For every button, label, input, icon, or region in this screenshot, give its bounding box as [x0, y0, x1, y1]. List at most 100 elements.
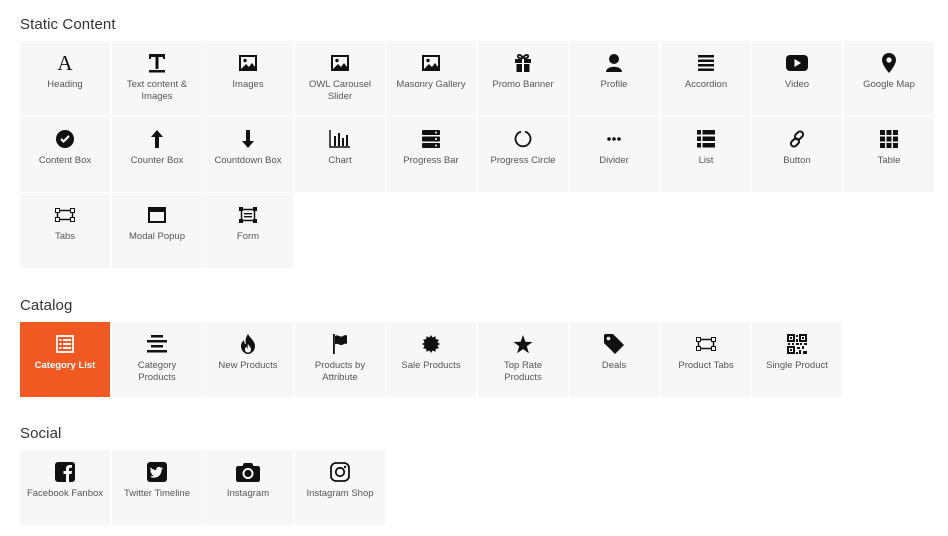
- map-marker-icon: [844, 52, 934, 74]
- widget-tile-images[interactable]: Images: [203, 41, 293, 116]
- widget-tile-label: Chart: [328, 155, 352, 166]
- facebook-icon: [20, 461, 110, 483]
- widget-tile-label: Button: [783, 155, 811, 166]
- widget-tile-profile[interactable]: Profile: [569, 41, 659, 116]
- ellipsis-icon: [569, 128, 659, 150]
- tag-icon: [569, 333, 659, 355]
- bar-chart-icon: [295, 128, 385, 150]
- widget-tile-owl-carousel-slider[interactable]: OWL Carousel Slider: [295, 41, 385, 116]
- section-title-social: Social: [20, 425, 62, 442]
- window-icon: [112, 204, 202, 226]
- widget-tile-label: Heading: [47, 79, 83, 90]
- widget-tile-chart[interactable]: Chart: [295, 117, 385, 192]
- tabs-icon: [661, 333, 751, 355]
- widget-tile-label: Single Product: [766, 360, 828, 371]
- widget-tile-facebook-fanbox[interactable]: Facebook Fanbox: [20, 450, 110, 525]
- section-title-catalog: Catalog: [20, 297, 73, 314]
- widget-tile-promo-banner[interactable]: Promo Banner: [478, 41, 568, 116]
- widget-tile-form[interactable]: Form: [203, 193, 293, 268]
- widget-tile-label: Instagram Shop: [306, 488, 374, 499]
- widget-tile-label: Table: [877, 155, 901, 166]
- widget-tile-accordion[interactable]: Accordion: [661, 41, 751, 116]
- image-icon: [203, 52, 293, 74]
- widget-tile-heading[interactable]: A Heading: [20, 41, 110, 116]
- widget-tile-label: Deals: [601, 360, 627, 371]
- widget-tile-label: Twitter Timeline: [124, 488, 190, 499]
- widget-tile-video[interactable]: Video: [752, 41, 842, 116]
- widget-tile-content-box[interactable]: Content Box: [20, 117, 110, 192]
- text-icon: [112, 52, 202, 74]
- widget-tile-instagram-shop[interactable]: Instagram Shop: [295, 450, 385, 525]
- server-icon: [386, 128, 476, 150]
- link-icon: [752, 128, 842, 150]
- widget-tile-label: Form: [236, 231, 260, 242]
- tabs-icon: [20, 204, 110, 226]
- widget-tile-label: Instagram: [226, 488, 270, 499]
- list-icon: [661, 128, 751, 150]
- widget-tile-category-products[interactable]: Category Products: [112, 322, 202, 397]
- widget-tile-label: Profile: [600, 79, 628, 90]
- widget-tile-label: Category List: [34, 360, 96, 371]
- widget-tile-label: Products by Attribute: [314, 360, 366, 383]
- widget-tile-instagram[interactable]: Instagram: [203, 450, 293, 525]
- widget-tile-list[interactable]: List: [661, 117, 751, 192]
- widget-tile-masonry-gallery[interactable]: Masonry Gallery: [386, 41, 476, 116]
- widget-tile-label: Modal Popup: [129, 231, 185, 242]
- arrow-up-icon: [112, 128, 202, 150]
- widget-tile-label: Content Box: [38, 155, 92, 166]
- star-icon: [478, 333, 568, 355]
- instagram-icon: [295, 461, 385, 483]
- widget-tile-progress-bar[interactable]: Progress Bar: [386, 117, 476, 192]
- widget-tile-top-rate-products[interactable]: Top Rate Products: [478, 322, 568, 397]
- widget-tile-new-products[interactable]: New Products: [203, 322, 293, 397]
- widget-tile-google-map[interactable]: Google Map: [844, 41, 934, 116]
- video-icon: [752, 52, 842, 74]
- widget-tile-counter-box[interactable]: Counter Box: [112, 117, 202, 192]
- align-center-icon: [112, 333, 202, 355]
- twitter-icon: [112, 461, 202, 483]
- widget-tile-label: Google Map: [863, 79, 915, 90]
- widget-tile-label: Top Rate Products: [503, 360, 543, 383]
- circle-notch-icon: [478, 128, 568, 150]
- widget-tile-label: Tabs: [54, 231, 76, 242]
- widget-tile-product-tabs[interactable]: Product Tabs: [661, 322, 751, 397]
- widget-tile-text-content-images[interactable]: Text content & Images: [112, 41, 202, 116]
- widget-tile-category-list[interactable]: Category List: [20, 322, 110, 397]
- certificate-icon: [386, 333, 476, 355]
- table-grid-icon: [844, 128, 934, 150]
- widget-tile-table[interactable]: Table: [844, 117, 934, 192]
- svg-text:A: A: [57, 53, 73, 73]
- check-circle-icon: [20, 128, 110, 150]
- heading-icon: A: [20, 52, 110, 74]
- widget-tile-divider[interactable]: Divider: [569, 117, 659, 192]
- widget-tile-tabs[interactable]: Tabs: [20, 193, 110, 268]
- widget-tile-label: Divider: [599, 155, 629, 166]
- widget-tile-twitter-timeline[interactable]: Twitter Timeline: [112, 450, 202, 525]
- widget-tile-label: Sale Products: [401, 360, 461, 371]
- widget-tile-sale-products[interactable]: Sale Products: [386, 322, 476, 397]
- widget-tile-label: Progress Circle: [490, 155, 556, 166]
- category-list-icon: [20, 333, 110, 355]
- widget-tile-label: Progress Bar: [403, 155, 459, 166]
- arrow-down-icon: [203, 128, 293, 150]
- widget-tile-label: List: [698, 155, 714, 166]
- widget-tile-label: Category Products: [137, 360, 177, 383]
- widget-tile-countdown-box[interactable]: Countdown Box: [203, 117, 293, 192]
- widget-tile-modal-popup[interactable]: Modal Popup: [112, 193, 202, 268]
- widget-tile-progress-circle[interactable]: Progress Circle: [478, 117, 568, 192]
- widget-tile-label: Text content & Images: [126, 79, 188, 102]
- widget-tile-label: OWL Carousel Slider: [309, 79, 371, 102]
- form-icon: [203, 204, 293, 226]
- widget-tile-label: Countdown Box: [214, 155, 282, 166]
- widget-tile-products-by-attribute[interactable]: Products by Attribute: [295, 322, 385, 397]
- widget-tile-label: New Products: [218, 360, 278, 371]
- widget-tile-button[interactable]: Button: [752, 117, 842, 192]
- widget-tile-deals[interactable]: Deals: [569, 322, 659, 397]
- widget-tile-single-product[interactable]: Single Product: [752, 322, 842, 397]
- accordion-icon: [661, 52, 751, 74]
- widget-tile-label: Masonry Gallery: [396, 79, 466, 90]
- widget-tile-label: Images: [232, 79, 264, 90]
- widget-tile-label: Accordion: [684, 79, 728, 90]
- widget-tile-label: Facebook Fanbox: [26, 488, 104, 499]
- widget-tile-label: Counter Box: [130, 155, 184, 166]
